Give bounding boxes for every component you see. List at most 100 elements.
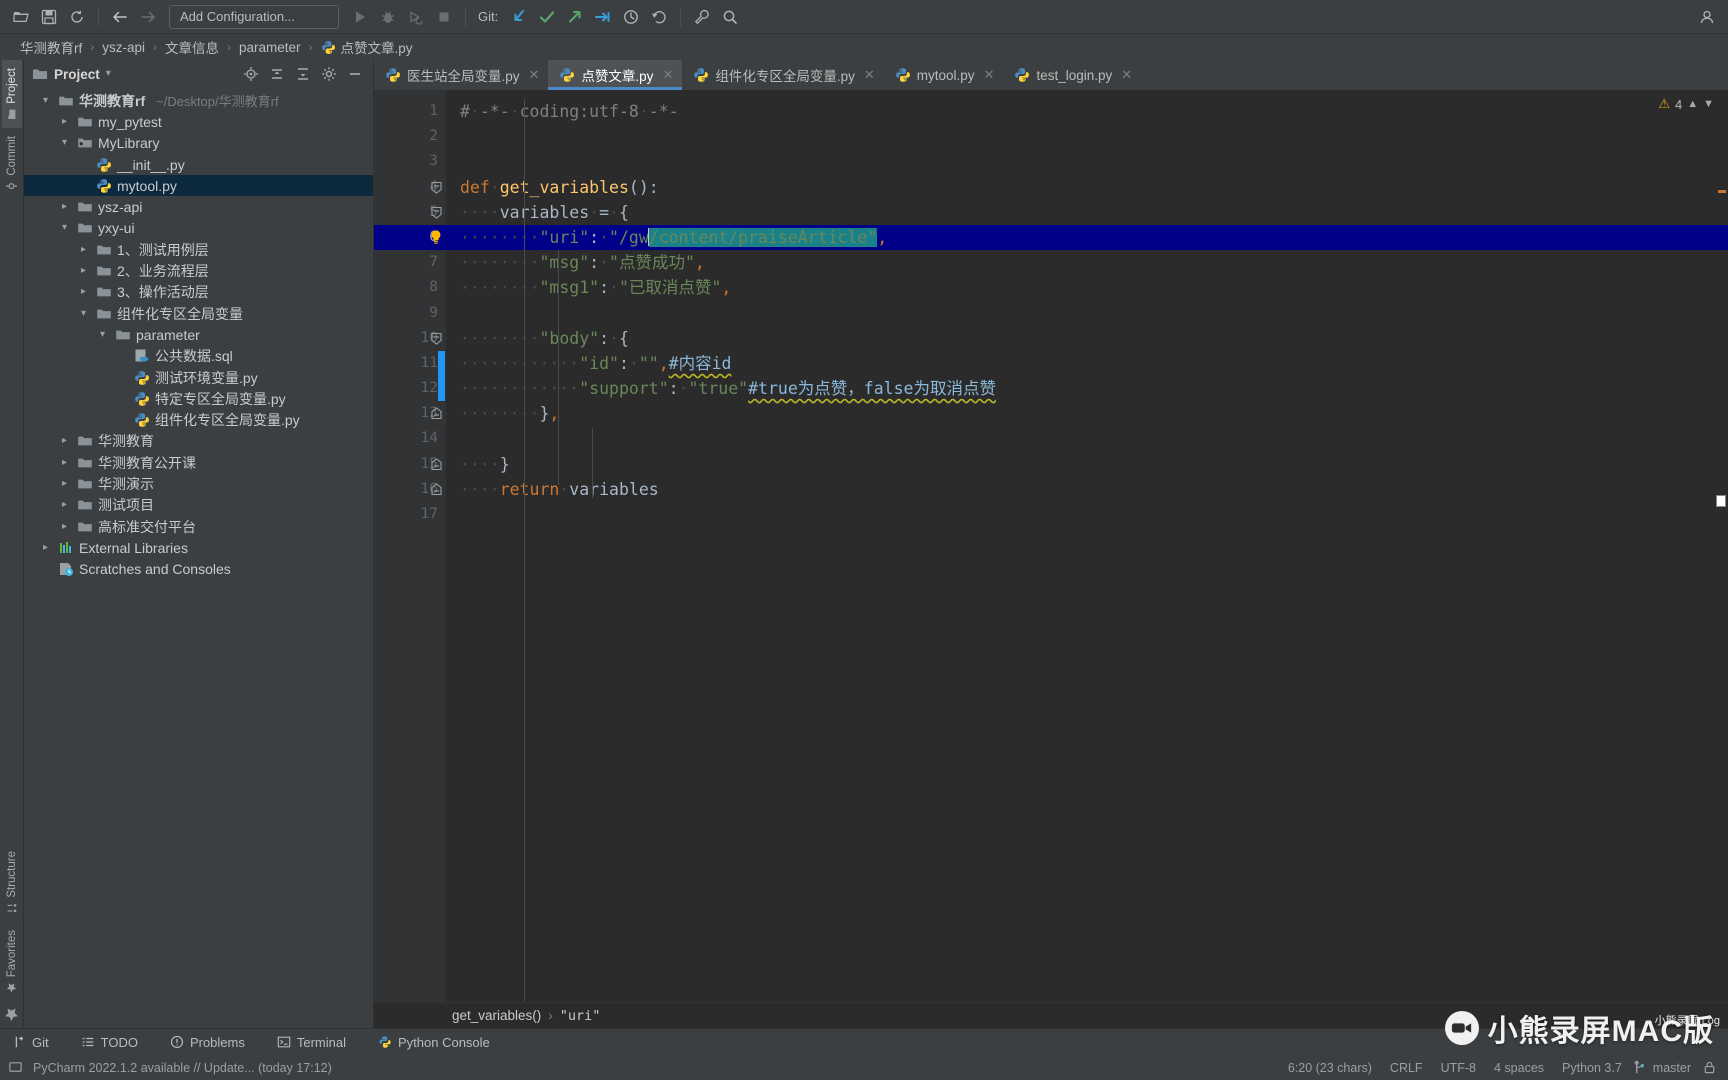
code-line[interactable]: [446, 149, 1728, 174]
code-line[interactable]: [446, 502, 1728, 527]
search-icon[interactable]: [717, 4, 743, 30]
chevron-down-icon[interactable]: ▼: [1703, 98, 1714, 110]
collapse-all-icon[interactable]: [267, 64, 287, 84]
close-icon[interactable]: ✕: [662, 67, 673, 83]
code-line[interactable]: [446, 301, 1728, 326]
line-number[interactable]: 11: [374, 351, 446, 376]
chevron-down-icon[interactable]: ▾: [95, 327, 110, 342]
code-line[interactable]: ········"uri":·"/gw/content/praiseArticl…: [446, 224, 1728, 251]
tree-node[interactable]: Scratches and Consoles: [24, 559, 373, 580]
favorites-star-button[interactable]: [0, 1001, 23, 1028]
tree-node[interactable]: ▾ 华测教育rf ~/Desktop/华测教育rf: [24, 90, 373, 111]
code-line[interactable]: #·-*-·coding:utf-8·-*-: [446, 99, 1728, 124]
tree-node[interactable]: ▸ 测试项目: [24, 495, 373, 516]
line-number[interactable]: 9: [374, 301, 446, 326]
open-folder-icon[interactable]: [8, 4, 34, 30]
editor-breadcrumb-member[interactable]: "uri": [560, 1008, 601, 1024]
chevron-right-icon[interactable]: ▸: [57, 200, 72, 215]
chevron-right-icon[interactable]: ▸: [57, 434, 72, 449]
fold-marker-line-5[interactable]: [430, 206, 443, 223]
fold-marker-line-13[interactable]: [430, 407, 443, 424]
chevron-right-icon[interactable]: ▸: [57, 476, 72, 491]
code-line[interactable]: ····}: [446, 452, 1728, 477]
line-number[interactable]: 7: [374, 250, 446, 275]
code-line[interactable]: ········"msg1":·"已取消点赞",: [446, 275, 1728, 300]
back-arrow-icon[interactable]: [107, 4, 133, 30]
line-number[interactable]: 3: [374, 149, 446, 174]
code-line[interactable]: ········"body":·{: [446, 326, 1728, 351]
editor-tab-bar[interactable]: 医生站全局变量.py ✕ 点赞文章.py ✕ 组件化专区全局变量.py ✕ mytool.p…: [374, 60, 1728, 90]
chevron-right-icon[interactable]: ▸: [57, 114, 72, 129]
breadcrumb-file[interactable]: 点赞文章.py: [317, 37, 417, 57]
chevron-up-icon[interactable]: ▲: [1687, 98, 1698, 110]
tool-window-bar[interactable]: Git TODO Problems Terminal Python Console: [0, 1028, 1728, 1055]
chevron-down-icon[interactable]: ▾: [57, 221, 72, 236]
close-icon[interactable]: ✕: [529, 67, 540, 83]
save-icon[interactable]: [36, 4, 62, 30]
code-line[interactable]: [446, 426, 1728, 451]
chevron-right-icon[interactable]: ▸: [38, 540, 53, 555]
breadcrumb-item-2[interactable]: 文章信息: [161, 37, 223, 57]
code-line[interactable]: ····variables·=·{: [446, 200, 1728, 225]
tree-node[interactable]: ▸ 3、操作活动层: [24, 282, 373, 303]
editor-tab[interactable]: mytool.py ✕: [884, 60, 1004, 90]
commit-icon[interactable]: [534, 4, 560, 30]
chevron-right-icon[interactable]: ▸: [57, 519, 72, 534]
line-number[interactable]: 12: [374, 376, 446, 401]
update-project-icon[interactable]: [506, 4, 532, 30]
chevron-down-icon[interactable]: ▾: [38, 93, 53, 108]
tree-node[interactable]: ▾ parameter: [24, 324, 373, 345]
expand-icon[interactable]: [293, 64, 313, 84]
editor-tab[interactable]: 组件化专区全局变量.py ✕: [682, 60, 883, 90]
line-number[interactable]: 8: [374, 275, 446, 300]
caret-position[interactable]: 6:20 (23 chars): [1279, 1061, 1381, 1075]
close-icon[interactable]: ✕: [984, 67, 995, 83]
tree-node[interactable]: __init__.py: [24, 154, 373, 175]
push-icon[interactable]: [562, 4, 588, 30]
line-number[interactable]: 1: [374, 99, 446, 124]
breadcrumb-item-1[interactable]: ysz-api: [98, 40, 149, 55]
line-number[interactable]: 17: [374, 502, 446, 527]
code-line[interactable]: ············"id":·"",#内容id: [446, 351, 1728, 376]
error-stripe-marker-2[interactable]: [1716, 495, 1726, 507]
rollback-icon[interactable]: [646, 4, 672, 30]
code-line[interactable]: ····return·variables: [446, 477, 1728, 502]
editor-structure-breadcrumb[interactable]: get_variables() › "uri": [374, 1002, 1728, 1028]
git-branch-label[interactable]: master: [1649, 1061, 1700, 1075]
minimize-icon[interactable]: [345, 64, 365, 84]
tree-node[interactable]: ▸ 2、业务流程层: [24, 260, 373, 281]
tree-node[interactable]: 特定专区全局变量.py: [24, 388, 373, 409]
python-interpreter[interactable]: Python 3.7: [1553, 1061, 1631, 1075]
tree-node[interactable]: 测试环境变量.py: [24, 367, 373, 388]
sync-icon[interactable]: [64, 4, 90, 30]
line-number-gutter[interactable]: 1234567891011121314151617: [374, 90, 446, 1002]
line-number[interactable]: 2: [374, 124, 446, 149]
history-icon[interactable]: [618, 4, 644, 30]
code-line[interactable]: [446, 124, 1728, 149]
tree-node[interactable]: ▾ 组件化专区全局变量: [24, 303, 373, 324]
file-encoding[interactable]: UTF-8: [1432, 1061, 1485, 1075]
indent-setting[interactable]: 4 spaces: [1485, 1061, 1553, 1075]
chevron-right-icon[interactable]: ▸: [76, 264, 91, 279]
tree-node[interactable]: mytool.py: [24, 175, 373, 197]
code-line[interactable]: ········},: [446, 401, 1728, 426]
tree-node[interactable]: ▸ 1、测试用例层: [24, 239, 373, 260]
close-icon[interactable]: ✕: [1121, 67, 1132, 83]
lock-icon[interactable]: [1700, 1059, 1718, 1077]
tool-window-button-git[interactable]: Git: [6, 1033, 55, 1052]
status-message[interactable]: PyCharm 2022.1.2 available // Update... …: [24, 1061, 341, 1075]
error-stripe-marker[interactable]: [1718, 190, 1726, 193]
tree-node[interactable]: 公共数据.sql: [24, 346, 373, 367]
intention-bulb-icon[interactable]: [428, 229, 444, 245]
tree-node[interactable]: ▸ 高标准交付平台: [24, 516, 373, 537]
project-tree[interactable]: ▾ 华测教育rf ~/Desktop/华测教育rf ▸ my_pytest ▾ MyLibr…: [24, 88, 373, 1028]
editor-breadcrumb-func[interactable]: get_variables(): [452, 1008, 541, 1023]
tool-window-button-python-console[interactable]: Python Console: [372, 1033, 496, 1052]
inspection-widget[interactable]: ⚠ 4 ▲ ▼: [1658, 96, 1714, 112]
wrench-icon[interactable]: [689, 4, 715, 30]
tool-window-button-todo[interactable]: TODO: [75, 1033, 144, 1052]
fold-marker-line-10[interactable]: [430, 332, 443, 349]
run-configuration-selector[interactable]: Add Configuration...: [169, 4, 339, 29]
ide-update-icon[interactable]: [6, 1059, 24, 1077]
tree-node[interactable]: ▸ 华测教育公开课: [24, 452, 373, 473]
